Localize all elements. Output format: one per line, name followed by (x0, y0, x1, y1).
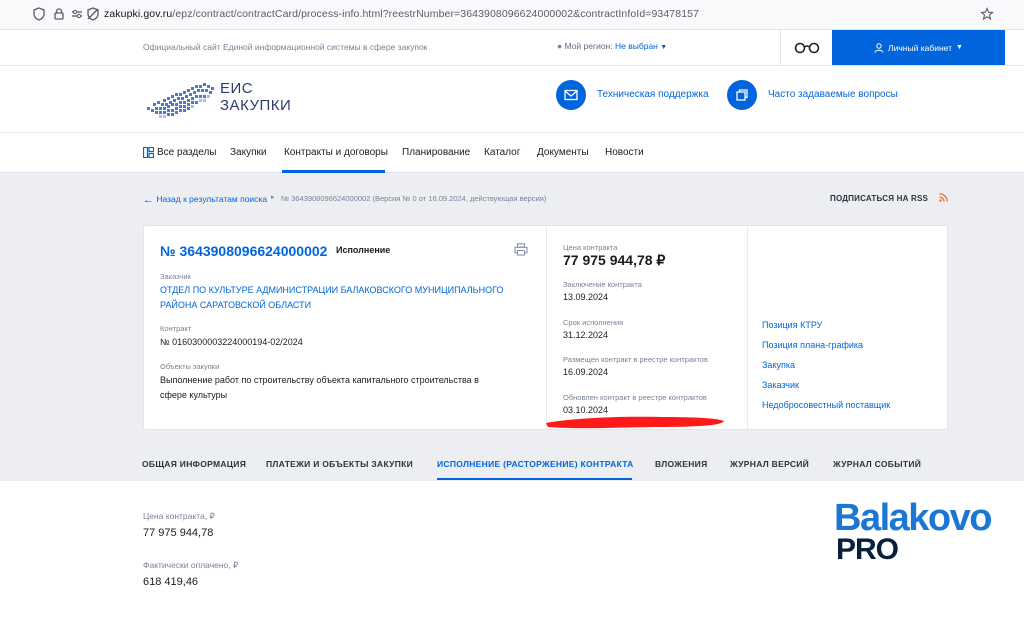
conclusion-value: 13.09.2024 (563, 292, 609, 302)
customer-name-line1[interactable]: ОТДЕЛ ПО КУЛЬТУРЕ АДМИНИСТРАЦИИ БАЛАКОВС… (160, 283, 503, 298)
status-badge: Исполнение (336, 245, 391, 255)
browser-toolbar: zakupki.gov.ru/epz/contract/contractCard… (0, 0, 1024, 30)
updated-label: Обновлен контракт в реестре контрактов (563, 393, 707, 402)
main-nav: Все разделы Закупки Контракты и договоры… (0, 133, 1024, 173)
region-label: Мой регион: (564, 41, 613, 51)
permissions-icon[interactable] (70, 7, 84, 21)
tab-execution[interactable]: ИСПОЛНЕНИЕ (РАСТОРЖЕНИЕ) КОНТРАКТА (437, 459, 634, 469)
chevron-down-icon: ▼ (956, 44, 963, 51)
contract-label: Контракт (160, 324, 192, 333)
link-purchase[interactable]: Закупка (762, 360, 795, 370)
contract-card: № 3643908096624000002 Исполнение Заказчи… (143, 225, 948, 430)
nav-item-all-sections[interactable]: Все разделы (157, 147, 216, 158)
breadcrumb-separator-icon: ▸ (271, 194, 275, 201)
tracking-icon[interactable] (86, 7, 100, 21)
price-label: Цена контракта (563, 243, 618, 252)
url-path: /epz/contract/contractCard/process-info.… (172, 8, 700, 20)
url-text[interactable]: zakupki.gov.ru/epz/contract/contractCard… (104, 8, 699, 20)
tab-events-log[interactable]: ЖУРНАЛ СОБЫТИЙ (833, 459, 921, 469)
support-button[interactable] (556, 80, 586, 110)
paid-label: Фактически оплачено, ₽ (143, 560, 239, 570)
watermark-line2: PRO (836, 533, 899, 566)
link-customer[interactable]: Заказчик (762, 380, 799, 390)
deadline-value: 31.12.2024 (563, 330, 609, 340)
back-label: Назад к результатам поиска (156, 194, 268, 204)
nav-item-documents[interactable]: Документы (537, 147, 589, 158)
conclusion-label: Заключение контракта (563, 280, 642, 289)
placed-label: Размещен контракт в реестре контрактов (563, 355, 708, 364)
breadcrumb-current: № 3643908096624000002 (Версия № 0 от 16.… (281, 194, 547, 203)
nav-item-catalog[interactable]: Каталог (484, 147, 520, 158)
nav-item-contracts[interactable]: Контракты и договоры (284, 147, 388, 158)
cabinet-label: Личный кабинет (888, 42, 952, 53)
logo-title: ЕИС (220, 80, 254, 97)
site-header: ЕИС ЗАКУПКИ Техническая поддержка Часто … (0, 66, 1024, 133)
link-ktru-position[interactable]: Позиция КТРУ (762, 320, 822, 330)
region-value[interactable]: Не выбран (615, 41, 658, 51)
execution-price-value: 77 975 944,78 (143, 527, 214, 539)
faq-link[interactable]: Часто задаваемые вопросы (768, 89, 898, 100)
mail-icon (564, 89, 578, 101)
objects-line1: Выполнение работ по строительству объект… (160, 375, 479, 385)
content-area: ← Назад к результатам поиска ▸ № 3643908… (0, 173, 1024, 481)
chevron-down-icon: ▼ (660, 44, 668, 51)
customer-name-line2[interactable]: РАЙОНА САРАТОВСКОЙ ОБЛАСТИ (160, 298, 311, 313)
top-strip: Официальный сайт Единой информационной с… (0, 30, 1024, 66)
arrow-left-icon: ← (143, 194, 154, 206)
glasses-icon[interactable] (794, 41, 820, 55)
nav-item-planning[interactable]: Планирование (402, 147, 470, 158)
user-icon (874, 42, 884, 53)
location-pin-icon: ● (557, 41, 563, 51)
contract-number[interactable]: № 3643908096624000002 (160, 243, 327, 259)
objects-line2: сфере культуры (160, 390, 228, 400)
star-icon[interactable] (980, 7, 994, 21)
deadline-label: Срок исполнения (563, 318, 624, 327)
tab-general-info[interactable]: ОБЩАЯ ИНФОРМАЦИЯ (142, 459, 246, 469)
region-selector[interactable]: ● Мой регион: Не выбран ▼ (557, 41, 667, 51)
watermark-line1: Balakovo (834, 497, 992, 539)
support-link[interactable]: Техническая поддержка (597, 89, 709, 100)
link-unfair-supplier[interactable]: Недобросовестный поставщик (762, 400, 890, 410)
sections-icon[interactable] (143, 147, 154, 158)
nav-item-news[interactable]: Новости (605, 147, 644, 158)
contract-tabs: ОБЩАЯ ИНФОРМАЦИЯ ПЛАТЕЖИ И ОБЪЕКТЫ ЗАКУП… (0, 454, 1024, 481)
lock-icon[interactable] (52, 7, 66, 21)
execution-price-label: Цена контракта, ₽ (143, 511, 215, 521)
divider (780, 30, 781, 66)
link-plan-schedule-position[interactable]: Позиция плана-графика (762, 340, 863, 350)
tab-attachments[interactable]: ВЛОЖЕНИЯ (655, 459, 708, 469)
logo-subtitle: ЗАКУПКИ (220, 97, 292, 114)
placed-value: 16.09.2024 (563, 367, 609, 377)
customer-label: Заказчик (160, 272, 191, 281)
site-description: Официальный сайт Единой информационной с… (143, 42, 428, 52)
tab-payments-objects[interactable]: ПЛАТЕЖИ И ОБЪЕКТЫ ЗАКУПКИ (266, 459, 413, 469)
url-host: zakupki.gov.ru (104, 8, 173, 20)
tab-versions-log[interactable]: ЖУРНАЛ ВЕРСИЙ (730, 459, 809, 469)
personal-cabinet-button[interactable]: Личный кабинет ▼ (832, 30, 1005, 65)
tab-active-indicator (437, 478, 632, 480)
contract-dates-column: Цена контракта 77 975 944,78 ₽ Заключени… (546, 226, 748, 429)
print-icon[interactable] (514, 243, 528, 256)
rss-icon[interactable] (939, 193, 948, 202)
faq-icon (736, 89, 748, 101)
rss-subscribe-link[interactable]: ПОДПИСАТЬСЯ НА RSS (830, 194, 928, 203)
objects-label: Объекты закупки (160, 362, 220, 371)
faq-button[interactable] (727, 80, 757, 110)
nav-item-purchases[interactable]: Закупки (230, 147, 266, 158)
price-value: 77 975 944,78 ₽ (563, 252, 666, 268)
contract-value: № 0160300003224000194-02/2024 (160, 337, 303, 347)
back-to-results-link[interactable]: ← Назад к результатам поиска (143, 193, 268, 206)
red-redaction-mark (546, 416, 724, 429)
paid-value: 618 419,46 (143, 576, 199, 588)
